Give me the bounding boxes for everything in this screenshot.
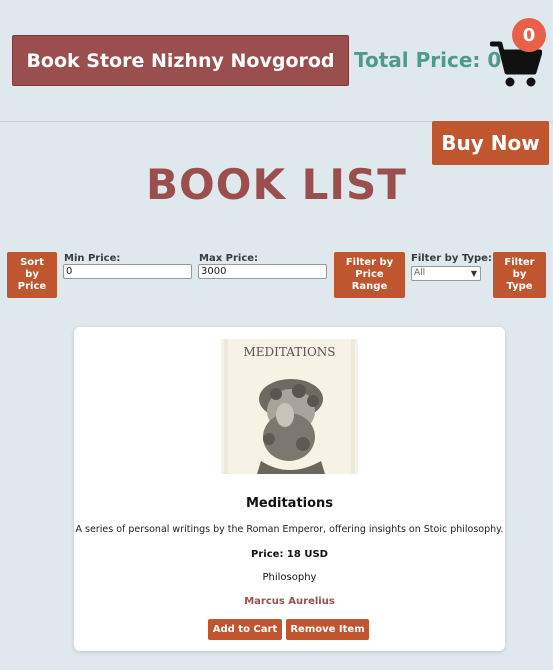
min-price-input[interactable]: 0: [63, 264, 192, 279]
filter-type-label: Filter by Type:: [411, 253, 492, 264]
chevron-down-icon: ▼: [470, 269, 477, 278]
store-name-button[interactable]: Book Store Nizhny Novgorod: [12, 35, 349, 86]
book-genre: Philosophy: [262, 572, 317, 583]
book-description: A series of personal writings by the Rom…: [75, 524, 504, 535]
max-price-label: Max Price:: [199, 253, 259, 264]
type-select[interactable]: All ▼: [411, 266, 481, 281]
min-price-label: Min Price:: [64, 253, 121, 264]
sort-by-price-button[interactable]: Sort by Price: [7, 252, 57, 298]
type-select-value: All: [414, 268, 426, 278]
page-title: BOOK LIST: [146, 160, 407, 209]
filter-by-type-button[interactable]: Filter by Type: [493, 252, 546, 298]
max-price-input[interactable]: 3000: [198, 264, 327, 279]
book-card: MEDITATIONS Meditations A series of pers…: [74, 327, 505, 651]
cart-count-badge: 0: [512, 18, 546, 52]
cover-title-text: MEDITATIONS: [243, 345, 335, 359]
buy-now-button[interactable]: Buy Now: [432, 121, 549, 165]
remove-item-button[interactable]: Remove Item: [286, 619, 369, 640]
book-cover-image: MEDITATIONS: [221, 339, 358, 474]
total-price: Total Price: 0: [354, 48, 502, 72]
book-author: Marcus Aurelius: [244, 596, 335, 607]
book-title: Meditations: [245, 496, 334, 511]
book-price: Price: 18 USD: [251, 549, 328, 560]
filter-price-range-button[interactable]: Filter by Price Range: [334, 252, 405, 298]
add-to-cart-button[interactable]: Add to Cart: [208, 619, 282, 640]
